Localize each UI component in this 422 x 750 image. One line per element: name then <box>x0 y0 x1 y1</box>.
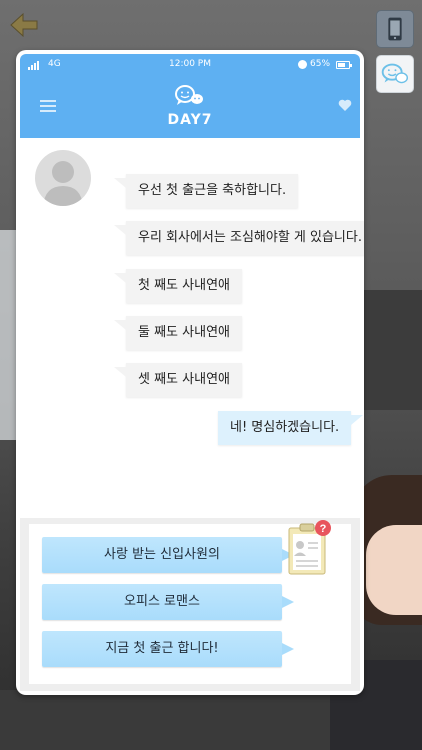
profile-card-button[interactable]: ? <box>286 518 332 578</box>
message-bubble-received: 우선 첫 출근을 축하합니다. <box>113 174 299 208</box>
choice-button-3[interactable]: 지금 첫 출근 합니다! <box>42 631 294 667</box>
chat-icon <box>381 63 409 84</box>
svg-text:?: ? <box>320 523 327 535</box>
message-bubble-sent: 네! 명심하겠습니다. <box>218 411 364 445</box>
chat-area[interactable]: 우선 첫 출근을 축하합니다. 우리 회사에서는 조심해야할 게 있습니다. 첫… <box>20 138 364 518</box>
profile-card-icon: ? <box>288 520 331 575</box>
alarm-icon <box>298 60 307 69</box>
battery-icon <box>336 61 352 69</box>
back-button[interactable] <box>10 12 38 38</box>
message-bubble-received: 우리 회사에서는 조심해야할 게 있습니다. <box>114 221 364 255</box>
message-bubble-received: 둘 째도 사내연애 <box>114 316 242 350</box>
phone-button[interactable] <box>376 10 414 48</box>
message-bubble-received: 셋 째도 사내연애 <box>114 363 242 397</box>
back-arrow-icon <box>10 12 38 38</box>
choice-button-1[interactable]: 사랑 받는 신입사원의 <box>42 537 294 573</box>
status-bar: 4G 12:00 PM 65% <box>20 54 360 76</box>
avatar-silhouette-icon <box>43 161 83 206</box>
phone-screen: 4G 12:00 PM 65% DAY7 우선 첫 출근을 축하합니다. 우리 … <box>16 50 364 695</box>
message-bubble-received: 첫 째도 사내연애 <box>114 269 242 303</box>
app-header: DAY7 <box>20 76 360 138</box>
background-shelf <box>360 290 422 410</box>
page-title: DAY7 <box>167 112 213 128</box>
chat-button[interactable] <box>376 55 414 93</box>
choice-button-2[interactable]: 오피스 로맨스 <box>42 584 294 620</box>
status-time: 12:00 PM <box>169 59 211 69</box>
phone-icon <box>388 17 402 41</box>
menu-icon[interactable] <box>40 100 56 112</box>
avatar <box>35 150 91 206</box>
heart-icon[interactable] <box>338 98 352 112</box>
chat-logo-icon <box>175 85 203 105</box>
character-face <box>366 525 422 615</box>
battery-percent: 65% <box>310 59 331 69</box>
